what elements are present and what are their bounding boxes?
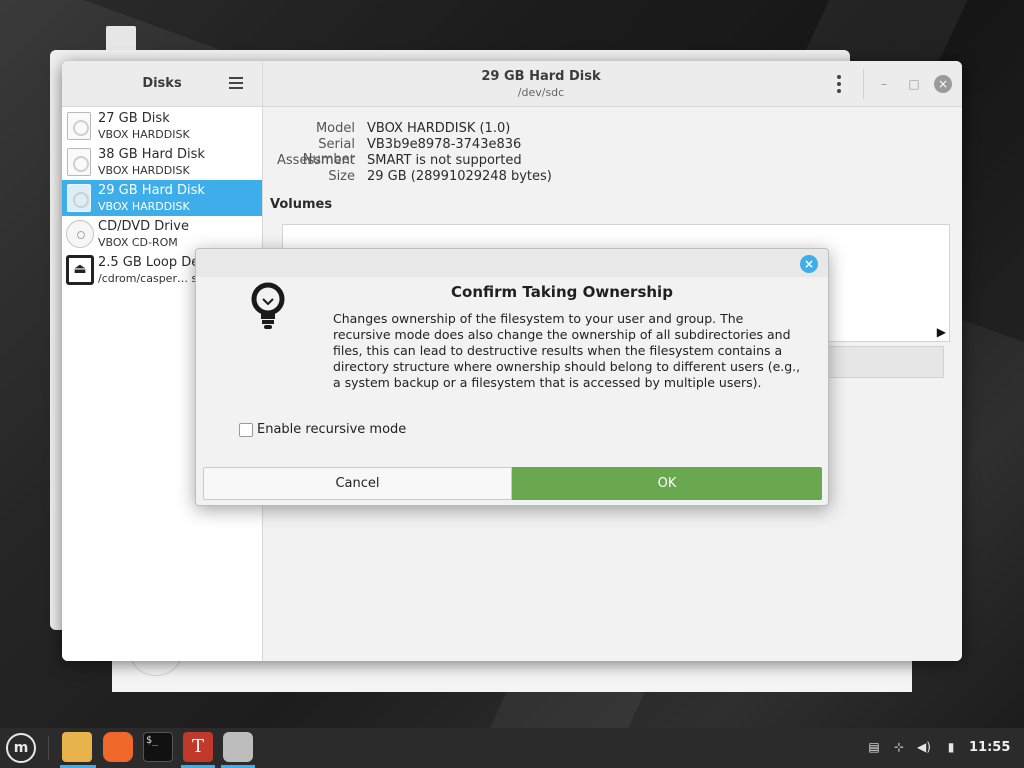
notes-icon[interactable]: ▤ [866, 739, 882, 755]
dialog-titlebar: × [196, 249, 828, 277]
cancel-button[interactable]: Cancel [203, 467, 512, 500]
terminal-icon[interactable]: $_ [143, 732, 173, 762]
disk-name: 29 GB Hard Disk [98, 183, 205, 198]
hamburger-menu-icon[interactable] [229, 77, 243, 89]
disk-item-27gb[interactable]: 27 GB Disk VBOX HARDDISK [62, 108, 262, 144]
disk-model: VBOX HARDDISK [98, 164, 190, 177]
disk-item-29gb[interactable]: 29 GB Hard Disk VBOX HARDDISK [62, 180, 262, 216]
main-header: 29 GB Hard Disk /dev/sdc – □ × [263, 61, 962, 107]
clock[interactable]: 11:55 [969, 740, 1010, 755]
maximize-button[interactable]: □ [905, 75, 923, 93]
volumes-heading: Volumes [270, 197, 333, 212]
window-subtitle: /dev/sdc [517, 86, 565, 99]
size-value: 29 GB (28991029248 bytes) [367, 169, 552, 184]
taskbar-separator [48, 736, 49, 760]
harddisk-icon [67, 184, 91, 212]
disks-icon[interactable] [223, 732, 253, 762]
ok-button[interactable]: OK [512, 467, 822, 500]
battery-icon[interactable]: ▮ [943, 739, 959, 755]
lightbulb-icon [251, 282, 285, 329]
harddisk-icon [67, 112, 91, 140]
eject-icon: ⏏ [66, 255, 94, 285]
firefox-icon[interactable] [103, 732, 133, 762]
harddisk-icon [67, 148, 91, 176]
sidebar-header: Disks [62, 61, 263, 107]
network-icon[interactable]: ⊹ [891, 739, 907, 755]
window-title: 29 GB Hard Disk [481, 69, 601, 84]
model-value: VBOX HARDDISK (1.0) [367, 121, 511, 136]
disk-name: 2.5 GB Loop Devi [98, 255, 211, 270]
volume-icon[interactable]: ◀) [916, 739, 932, 755]
desktop-drive-icon[interactable] [106, 26, 136, 52]
cdrom-icon [66, 220, 94, 248]
dialog-title: Confirm Taking Ownership [451, 283, 673, 301]
scroll-right-icon[interactable]: ▶ [937, 325, 946, 339]
taskbar: m $_ T ▤ ⊹ ◀) ▮ 11:55 [0, 728, 1024, 768]
start-menu-button[interactable]: m [6, 733, 36, 763]
disk-name: CD/DVD Drive [98, 219, 189, 234]
disk-name: 38 GB Hard Disk [98, 147, 205, 162]
dialog-close-button[interactable]: × [800, 255, 818, 273]
disk-model: VBOX HARDDISK [98, 200, 190, 213]
assessment-label: Assessment [277, 153, 355, 168]
header-separator [863, 69, 864, 99]
disk-name: 27 GB Disk [98, 111, 170, 126]
dialog-message: Changes ownership of the filesystem to y… [333, 311, 801, 390]
kebab-menu-icon[interactable] [837, 75, 841, 93]
serial-value: VB3b9e8978-3743e836 [367, 137, 522, 152]
minimize-button[interactable]: – [875, 75, 893, 93]
disk-item-38gb[interactable]: 38 GB Hard Disk VBOX HARDDISK [62, 144, 262, 180]
assessment-value: SMART is not supported [367, 153, 522, 168]
window-close-button[interactable]: × [934, 75, 952, 93]
size-label: Size [328, 169, 355, 184]
disk-item-cdrom[interactable]: CD/DVD Drive VBOX CD-ROM [62, 216, 262, 252]
disk-model: VBOX HARDDISK [98, 128, 190, 141]
font-viewer-icon[interactable]: T [183, 732, 213, 762]
disk-model: VBOX CD-ROM [98, 236, 178, 249]
model-label: Model [315, 121, 355, 136]
disk-model: /cdrom/casper… st [98, 272, 202, 285]
file-manager-icon[interactable] [62, 732, 92, 762]
recursive-mode-label[interactable]: Enable recursive mode [257, 422, 406, 437]
recursive-mode-checkbox[interactable] [239, 423, 253, 437]
confirm-ownership-dialog: × Confirm Taking Ownership Changes owner… [195, 248, 829, 506]
